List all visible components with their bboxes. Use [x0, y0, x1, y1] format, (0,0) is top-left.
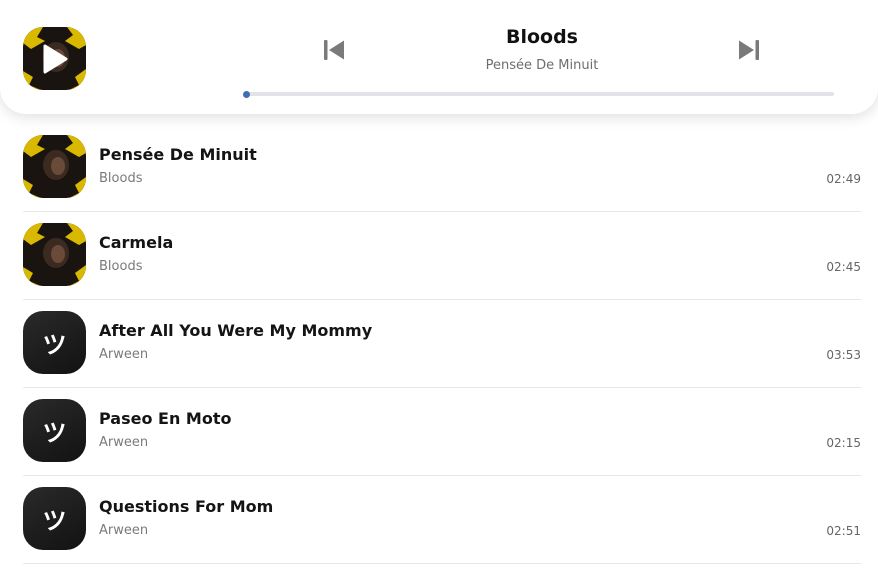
track-list: Pensée De Minuit Bloods 02:49 Carmela Blood…	[23, 124, 861, 564]
placeholder-album-art: ツ	[23, 311, 86, 374]
play-button[interactable]	[23, 27, 86, 90]
track-row[interactable]: ツ After All You Were My Mommy Arween 03:53	[23, 300, 861, 388]
placeholder-album-art: ツ	[23, 399, 86, 462]
track-duration: 02:15	[826, 436, 861, 450]
track-duration: 02:51	[826, 524, 861, 538]
now-playing-artist: Pensée De Minuit	[485, 58, 599, 73]
album-cover-image	[23, 223, 86, 286]
track-artist: Bloods	[99, 171, 143, 186]
now-playing-bar: Bloods Pensée De Minuit	[0, 0, 878, 114]
track-row[interactable]: Pensée De Minuit Bloods 02:49	[23, 124, 861, 212]
track-row[interactable]: ツ Paseo En Moto Arween 02:15	[23, 388, 861, 476]
track-row[interactable]: ツ Questions For Mom Arween 02:51	[23, 476, 861, 564]
track-title: Paseo En Moto	[99, 409, 232, 428]
track-title: After All You Were My Mommy	[99, 321, 373, 340]
track-album-art	[23, 223, 86, 286]
track-title: Questions For Mom	[99, 497, 274, 516]
track-album-art	[23, 135, 86, 198]
playback-progress-bar[interactable]	[243, 91, 834, 98]
track-artist: Arween	[99, 347, 149, 362]
placeholder-art-glyph: ツ	[42, 331, 67, 359]
album-cover-image	[23, 135, 86, 198]
music-player-app: Bloods Pensée De Minuit Pensée De Minuit…	[0, 0, 878, 571]
placeholder-album-art: ツ	[23, 487, 86, 550]
track-title: Carmela	[99, 233, 174, 252]
progress-handle[interactable]	[243, 91, 250, 98]
next-track-button[interactable]	[735, 36, 763, 64]
placeholder-art-glyph: ツ	[42, 419, 67, 447]
track-duration: 03:53	[826, 348, 861, 362]
skip-next-icon	[739, 40, 759, 60]
track-title: Pensée De Minuit	[99, 145, 257, 164]
skip-previous-icon	[324, 40, 344, 60]
now-playing-album-art	[23, 27, 86, 90]
track-artist: Bloods	[99, 259, 143, 274]
track-artist: Arween	[99, 435, 149, 450]
now-playing-title: Bloods	[505, 26, 578, 48]
track-duration: 02:49	[826, 172, 861, 186]
play-icon	[43, 44, 67, 73]
track-artist: Arween	[99, 523, 149, 538]
track-row[interactable]: Carmela Bloods 02:45	[23, 212, 861, 300]
previous-track-button[interactable]	[320, 36, 348, 64]
placeholder-art-glyph: ツ	[42, 507, 67, 535]
track-duration: 02:45	[826, 260, 861, 274]
